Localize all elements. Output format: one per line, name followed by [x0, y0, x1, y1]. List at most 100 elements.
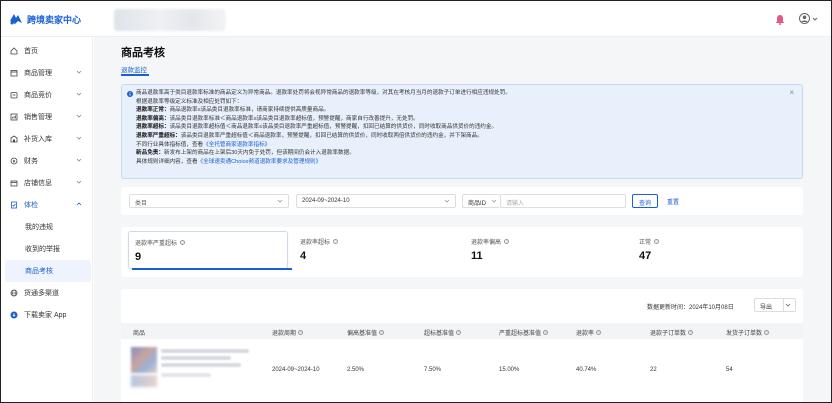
- period-value: 2024-09~2024-10: [302, 198, 350, 204]
- search-button[interactable]: 查询: [632, 194, 659, 208]
- stat-value: 11: [471, 250, 483, 262]
- product-id-input[interactable]: 请输入: [500, 194, 626, 208]
- notice-line[interactable]: 不同行业具体指标值，查看《全托管商家退款率指标》: [136, 141, 802, 150]
- sidebar-item-home[interactable]: 首页: [1, 40, 93, 62]
- warehouse-icon: [10, 135, 18, 143]
- help-icon: ?: [333, 239, 339, 244]
- sidebar-item-label: 我的违规: [25, 224, 53, 231]
- sidebar-item-store-info[interactable]: 店铺信息: [1, 172, 93, 194]
- period-select[interactable]: 2024-09~2024-10: [296, 194, 456, 208]
- col-refund-orders: 退款子订单数?: [650, 328, 694, 337]
- category-select[interactable]: 类目: [129, 194, 289, 208]
- notice-line: 退款率超标：该品类目退款率超标值＜商品退款率≤该品类目退款率严重超标值，预警提醒…: [136, 123, 802, 132]
- stat-over[interactable]: 退款率超标? 4: [294, 231, 454, 269]
- header-label: 发货子订单数: [726, 331, 763, 337]
- sidebar-item-download-app[interactable]: 下载卖家 App: [1, 304, 93, 326]
- notice-line[interactable]: 具体规则详细内容，查看《全球速卖通Choice频道退款率要求及管理规则》: [136, 158, 802, 167]
- chevron-down-icon: [76, 158, 82, 162]
- help-icon: ?: [298, 330, 304, 335]
- sidebar-item-product-bidding[interactable]: 商品竞价: [1, 84, 93, 106]
- tag-icon: [10, 92, 18, 99]
- cell-shipped-orders: 54: [726, 367, 733, 373]
- user-menu[interactable]: [799, 13, 818, 24]
- sidebar-item-restock[interactable]: 补货入库: [1, 128, 93, 150]
- stat-high[interactable]: 退款率偏高? 11: [465, 231, 625, 269]
- sidebar-item-received-reports[interactable]: 收到的举报: [1, 238, 93, 260]
- table-row[interactable]: 2024-09~2024-10 2.50% 7.50% 15.00% 40.74…: [121, 341, 803, 402]
- sidebar-item-label: 商品管理: [24, 70, 52, 77]
- help-icon: ?: [379, 330, 385, 335]
- notice-rest: 该品类目退款率标准＜商品退款率≤该品类目退款率超标值，预警提醒，商家自行改善提升…: [169, 115, 419, 122]
- chart-icon: [10, 113, 18, 121]
- notice-link[interactable]: 《全托管商家退款率指标》: [203, 142, 270, 148]
- page-title: 商品考核: [121, 47, 165, 59]
- close-icon[interactable]: ×: [789, 88, 794, 98]
- help-icon: ?: [764, 330, 770, 335]
- store-selector[interactable]: [114, 9, 226, 31]
- notice-rest: 该品类目退款率超标值＜商品退款率≤该品类目退款率严重超标值，预警提醒，扣回已结算…: [169, 124, 498, 131]
- checkup-icon: [11, 201, 17, 209]
- stats-panel: 退款率严重超标? 9 退款率超标? 4 退款率偏高? 11 正常? 47: [121, 227, 803, 277]
- col-over: 超标基准值?: [424, 328, 462, 337]
- cell-rate: 40.74%: [576, 367, 597, 373]
- chevron-down-icon: [444, 199, 450, 203]
- globe-icon: [10, 289, 18, 297]
- chevron-down-icon[interactable]: [785, 302, 791, 308]
- sidebar-item-my-violations[interactable]: 我的违规: [1, 216, 93, 238]
- chevron-down-icon: [76, 180, 82, 184]
- sidebar: 首页 商品管理 商品竞价 销售管理 补货入库 财务 店铺信息 体检 我的违规 收…: [1, 37, 93, 402]
- bell-icon[interactable]: [775, 14, 785, 25]
- sidebar-item-label: 首页: [24, 48, 38, 55]
- id-type-select[interactable]: 商品ID: [462, 194, 500, 208]
- export-button[interactable]: 导出: [754, 298, 796, 312]
- download-icon: [10, 311, 18, 319]
- product-thumbnail[interactable]: [131, 347, 157, 373]
- filter-bar: 类目 2024-09~2024-10 商品ID 请输入 查询 重置: [121, 187, 803, 215]
- header-label: 超标基准值: [424, 331, 455, 337]
- notice-rest: 该品类目退款率严重超标值＜商品退款率，预警提醒，扣回已结算的供货价，同时收取两倍…: [180, 132, 483, 139]
- refund-policy-notice: × 商品退款率高于类目退款率标准的商品定义为异常商品。退款率处罚将会视异常商品的…: [121, 84, 803, 179]
- id-type-value: 商品ID: [468, 201, 487, 207]
- logo-icon: [10, 14, 22, 25]
- chevron-up-icon: [76, 202, 82, 206]
- chevron-down-icon: [76, 70, 82, 74]
- tab-refund-monitoring[interactable]: 退款监控: [121, 64, 147, 74]
- header-label: 偏高基准值: [347, 331, 378, 337]
- stat-label: 正常: [639, 240, 652, 246]
- sidebar-item-product-management[interactable]: 商品管理: [1, 62, 93, 84]
- app-logo[interactable]: 跨境卖家中心: [9, 12, 81, 26]
- stat-label: 退款率偏高: [471, 240, 502, 246]
- sidebar-item-label: 商品考核: [25, 268, 53, 275]
- stat-normal[interactable]: 正常? 47: [633, 231, 793, 269]
- table-header: 商品 退款周期? 偏高基准值? 超标基准值? 严重超标基准值? 退款率? 退款子…: [121, 323, 803, 339]
- sidebar-item-multichannel[interactable]: 货通多渠道: [1, 282, 93, 304]
- notice-line: 退款率偏高：该品类目退款率标准＜商品退款率≤该品类目退款率超标值，预警提醒，商家…: [136, 115, 802, 124]
- sidebar-item-sales[interactable]: 销售管理: [1, 106, 93, 128]
- box-icon: [10, 70, 18, 77]
- app-name: 跨境卖家中心: [27, 14, 82, 25]
- col-severe: 严重超标基准值?: [499, 328, 549, 337]
- money-icon: [10, 157, 18, 165]
- notice-rest: 商品退款率≤该品类目退款率标准，请商家持续提供高质量商品。: [169, 107, 330, 114]
- input-placeholder: 请输入: [506, 201, 525, 207]
- sidebar-item-label: 收到的举报: [25, 246, 60, 253]
- notice-link[interactable]: 《全球速卖通Choice频道退款率要求及管理规则》: [198, 159, 322, 165]
- cell-high: 2.50%: [347, 367, 365, 373]
- col-high: 偏高基准值?: [347, 328, 385, 337]
- stat-value: 9: [135, 251, 142, 263]
- product-table-card: 数据更新时间：2024年10月08日 导出 商品 退款周期? 偏高基准值? 超标…: [121, 289, 803, 402]
- notice-text: 具体规则详细内容，查看: [136, 158, 198, 165]
- help-icon: ?: [456, 330, 462, 335]
- sidebar-item-finance[interactable]: 财务: [1, 150, 93, 172]
- stat-severe[interactable]: 退款率严重超标? 9: [128, 231, 288, 269]
- help-icon: ?: [688, 330, 694, 335]
- stat-value: 47: [639, 250, 652, 262]
- chevron-down-icon: [277, 199, 283, 203]
- product-title-blurred: [161, 363, 241, 367]
- reset-button[interactable]: 重置: [667, 197, 679, 206]
- stat-label: 退款率严重超标: [135, 241, 178, 247]
- sidebar-item-label: 店铺信息: [24, 180, 52, 187]
- sidebar-item-checkup[interactable]: 体检: [1, 194, 93, 216]
- sidebar-item-label: 商品竞价: [24, 92, 52, 99]
- sidebar-item-product-assessment[interactable]: 商品考核: [5, 260, 91, 282]
